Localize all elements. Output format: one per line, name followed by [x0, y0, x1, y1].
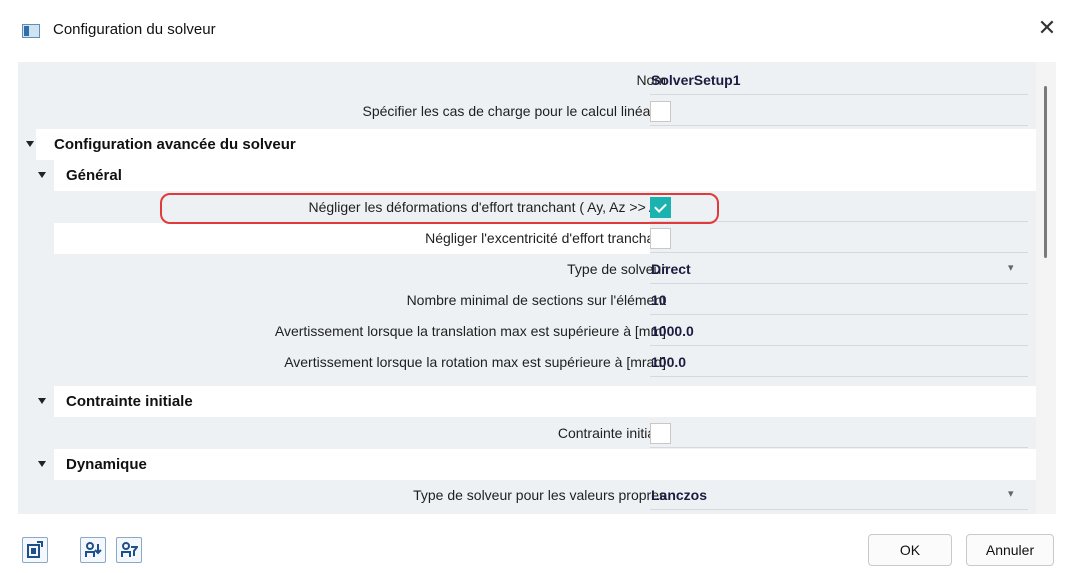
category-dynamics-bg	[54, 449, 1036, 480]
category-general-bg	[54, 160, 1036, 191]
cancel-button[interactable]: Annuler	[966, 534, 1054, 566]
specify-loadcases-checkbox[interactable]	[650, 101, 671, 122]
category-initial-stress-bg	[54, 386, 1036, 417]
property-grid: Nom SolverSetup1 Spécifier les cas de ch…	[18, 62, 1036, 514]
solver-setup-dialog: Configuration du solveur ✕ Nom SolverSet…	[0, 0, 1068, 573]
warn-rotation-field[interactable]: 100.0	[650, 347, 1028, 377]
category-advanced-solver[interactable]: Configuration avancée du solveur	[18, 129, 1036, 160]
sort-icon[interactable]	[80, 537, 106, 563]
name-field[interactable]: SolverSetup1	[650, 65, 1028, 95]
name-value: SolverSetup1	[651, 72, 741, 88]
window-app-icon	[22, 24, 40, 38]
collapse-triangle-icon[interactable]	[38, 172, 46, 178]
row-warn-translation: Avertissement lorsque la translation max…	[18, 316, 1036, 347]
category-advanced-title: Configuration avancée du solveur	[54, 136, 296, 153]
row-warn-rotation: Avertissement lorsque la rotation max es…	[18, 347, 1036, 378]
warn-rotation-label: Avertissement lorsque la rotation max es…	[284, 354, 666, 370]
min-sections-field[interactable]: 10	[650, 285, 1028, 315]
eigen-solver-type-select[interactable]: Lanczos ▾	[650, 480, 1028, 510]
window-title: Configuration du solveur	[53, 21, 216, 38]
min-sections-label: Nombre minimal de sections sur l'élément	[406, 292, 666, 308]
warn-translation-label: Avertissement lorsque la translation max…	[274, 323, 666, 339]
warn-translation-field[interactable]: 1000.0	[650, 316, 1028, 346]
category-dynamics-title: Dynamique	[66, 456, 147, 473]
category-initial-stress-title: Contrainte initiale	[66, 393, 193, 410]
warn-rotation-value: 100.0	[651, 354, 687, 370]
export-icon[interactable]	[22, 537, 48, 563]
solver-type-value: Direct	[651, 261, 691, 277]
close-icon[interactable]: ✕	[1032, 14, 1062, 44]
solver-type-select[interactable]: Direct ▾	[650, 254, 1028, 284]
ok-button[interactable]: OK	[868, 534, 952, 566]
eigen-solver-type-label: Type de solveur pour les valeurs propres	[413, 487, 666, 503]
collapse-triangle-icon[interactable]	[38, 461, 46, 467]
min-sections-value: 10	[651, 292, 667, 308]
collapse-triangle-icon[interactable]	[38, 398, 46, 404]
row-solver-type: Type de solveur Direct ▾	[18, 254, 1036, 285]
neglect-shear-eccentricity-cell	[650, 223, 1028, 253]
category-initial-stress[interactable]: Contrainte initiale	[18, 386, 1036, 417]
highlight-annotation	[160, 193, 719, 224]
category-general[interactable]: Général	[18, 160, 1036, 191]
vertical-scrollbar[interactable]	[1036, 62, 1056, 514]
specify-loadcases-cell	[650, 96, 1028, 126]
filter-icon[interactable]	[116, 537, 142, 563]
collapse-triangle-icon[interactable]	[26, 141, 34, 147]
warn-translation-value: 1000.0	[651, 323, 694, 339]
row-initial-stress: Contrainte initiale	[18, 418, 1036, 449]
neglect-shear-eccentricity-checkbox[interactable]	[650, 228, 671, 249]
scrollbar-thumb[interactable]	[1044, 86, 1047, 258]
row-neglect-shear-eccentricity: Négliger l'excentricité d'effort trancha…	[18, 223, 1036, 254]
eigen-solver-type-value: Lanczos	[651, 487, 708, 503]
row-name: Nom SolverSetup1	[18, 65, 1036, 96]
specify-loadcases-label: Spécifier les cas de charge pour le calc…	[362, 103, 667, 119]
initial-stress-checkbox[interactable]	[650, 423, 671, 444]
category-general-title: Général	[66, 167, 122, 184]
neglect-shear-eccentricity-label: Négliger l'excentricité d'effort trancha…	[425, 230, 666, 246]
chevron-down-icon[interactable]: ▾	[1008, 487, 1020, 501]
row-specify-loadcases: Spécifier les cas de charge pour le calc…	[18, 96, 1036, 127]
category-dynamics[interactable]: Dynamique	[18, 449, 1036, 480]
dialog-footer: OK Annuler	[0, 514, 1068, 573]
title-bar: Configuration du solveur ✕	[0, 0, 1068, 62]
initial-stress-cell	[650, 418, 1028, 448]
row-min-sections: Nombre minimal de sections sur l'élément…	[18, 285, 1036, 316]
chevron-down-icon[interactable]: ▾	[1008, 261, 1020, 275]
row-eigen-solver-type: Type de solveur pour les valeurs propres…	[18, 480, 1036, 511]
